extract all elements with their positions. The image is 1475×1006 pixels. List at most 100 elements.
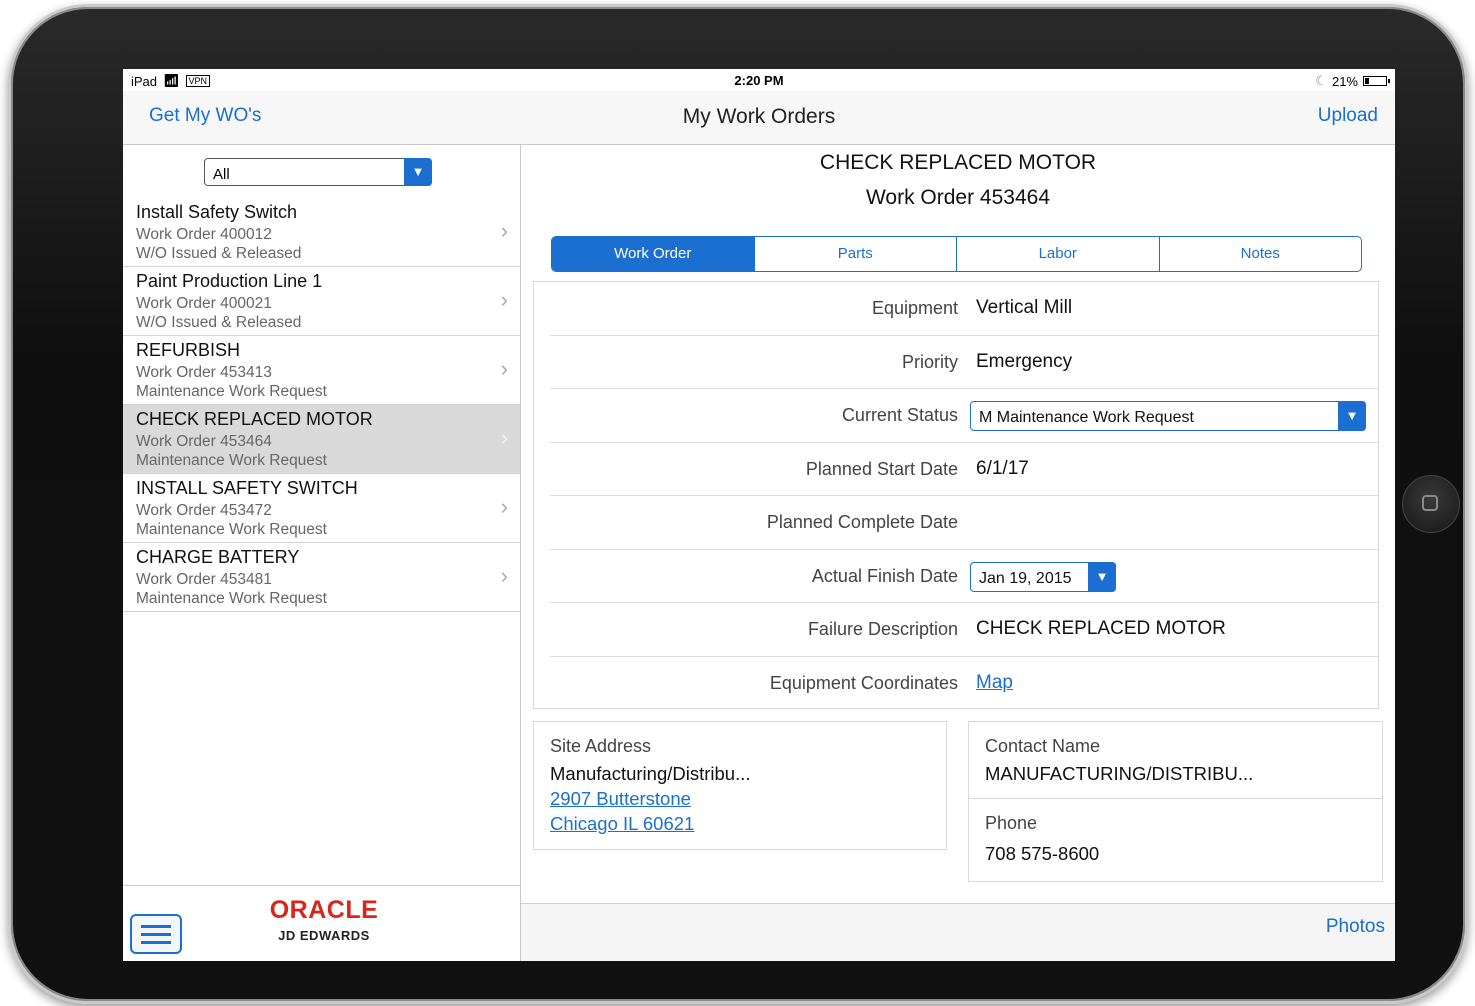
jd-edwards-wordmark: JD EDWARDS: [278, 928, 370, 943]
tab-work-order[interactable]: Work Order: [552, 237, 755, 271]
item-status: W/O Issued & Released: [136, 314, 302, 331]
item-title: Install Safety Switch: [136, 202, 298, 222]
field-label: Planned Start Date: [805, 458, 958, 479]
tab-labor[interactable]: Labor: [957, 237, 1160, 271]
item-work-order: Work Order 453413: [136, 364, 272, 381]
planned-start-value: 6/1/17: [976, 457, 1029, 479]
work-order-detail: CHECK REPLACED MOTOR Work Order 453464 W…: [521, 145, 1395, 961]
field-label: Equipment Coordinates: [769, 672, 958, 693]
item-title: REFURBISH: [136, 340, 241, 360]
contact-card: Contact Name MANUFACTURING/DISTRIBU... P…: [968, 721, 1383, 882]
item-status: Maintenance Work Request: [136, 383, 327, 400]
item-status: Maintenance Work Request: [136, 521, 327, 538]
field-label: Failure Description: [807, 619, 958, 639]
left-footer: ORACLE JD EDWARDS: [123, 885, 520, 961]
hamburger-line: [141, 925, 171, 928]
upload-button[interactable]: Upload: [1318, 105, 1378, 127]
nav-bar: Get My WO's My Work Orders Upload: [123, 91, 1395, 145]
home-square-icon: [1422, 495, 1438, 511]
field-label: Equipment: [871, 298, 958, 318]
item-title: Paint Production Line 1: [136, 271, 323, 291]
moon-icon: ☾: [1315, 73, 1327, 88]
battery-icon: [1363, 76, 1390, 86]
field-row-planned-complete: Planned Complete Date: [550, 496, 1378, 550]
work-order-list-item[interactable]: REFURBISH Work Order 453413 Maintenance Wo…: [123, 336, 520, 405]
detail-subtitle: Work Order 453464: [865, 186, 1051, 209]
filter-value: All: [213, 166, 230, 183]
map-link[interactable]: Map: [976, 672, 1013, 694]
work-order-list-item[interactable]: Paint Production Line 1 Work Order 400021…: [123, 267, 520, 336]
work-order-list-item[interactable]: Install Safety Switch Work Order 400012 W/…: [123, 198, 520, 267]
item-work-order: Work Order 453472: [136, 502, 272, 519]
divider: [969, 798, 1382, 799]
chevron-down-icon: ▼: [404, 158, 432, 186]
item-work-order: Work Order 453481: [136, 571, 272, 588]
field-label: Actual Finish Date: [811, 565, 958, 586]
phone-label: Phone: [985, 813, 1038, 833]
chevron-down-icon: ▼: [1088, 561, 1116, 592]
screen: iPad 📶︎ VPN 2:20 PM ☾ 21% Get My WO's My…: [123, 69, 1395, 961]
chevron-right-icon: ›: [500, 356, 508, 381]
oracle-logo: ORACLE JD EDWARDS: [259, 896, 389, 943]
equipment-value: Vertical Mill: [976, 297, 1073, 318]
tab-parts[interactable]: Parts: [755, 237, 957, 271]
photos-button[interactable]: Photos: [1326, 916, 1385, 938]
work-order-list: Install Safety Switch Work Order 400012 W/…: [123, 198, 520, 612]
failure-value: CHECK REPLACED MOTOR: [976, 618, 1226, 639]
item-status: Maintenance Work Request: [136, 590, 327, 607]
chevron-right-icon: ›: [500, 563, 508, 588]
work-order-list-item[interactable]: CHECK REPLACED MOTOR Work Order 453464 Mai…: [123, 405, 520, 474]
site-name: Manufacturing/Distribu...: [550, 763, 751, 784]
contact-name: MANUFACTURING/DISTRIBU...: [985, 763, 1254, 784]
item-status: Maintenance Work Request: [136, 452, 327, 469]
filter-select[interactable]: All ▼: [204, 158, 432, 186]
item-work-order: Work Order 400012: [136, 226, 272, 243]
site-city-link[interactable]: Chicago IL 60621: [550, 813, 694, 835]
chevron-right-icon: ›: [500, 425, 508, 450]
page-title: My Work Orders: [682, 105, 836, 128]
chevron-right-icon: ›: [500, 287, 508, 312]
chevron-right-icon: ›: [500, 218, 508, 243]
actual-finish-value: Jan 19, 2015: [979, 569, 1072, 587]
status-select[interactable]: M Maintenance Work Request ▼: [970, 401, 1366, 431]
priority-value: Emergency: [976, 350, 1073, 372]
fields-table: Equipment Vertical Mill Priority Emergen…: [533, 281, 1379, 709]
menu-button[interactable]: [130, 914, 182, 954]
tab-notes[interactable]: Notes: [1160, 237, 1362, 271]
item-title: INSTALL SAFETY SWITCH: [136, 478, 358, 498]
field-row-coordinates: Equipment Coordinates Map: [550, 657, 1378, 711]
battery-fill: [1365, 78, 1369, 84]
detail-tabs: Work Order Parts Labor Notes: [551, 236, 1362, 272]
field-row-priority: Priority Emergency: [550, 336, 1378, 389]
work-order-list-item[interactable]: INSTALL SAFETY SWITCH Work Order 453472 Ma…: [123, 474, 520, 543]
detail-footer: Photos: [521, 903, 1395, 961]
field-row-planned-start: Planned Start Date 6/1/17: [550, 443, 1378, 496]
item-title: CHECK REPLACED MOTOR: [136, 409, 373, 429]
chevron-down-icon: ▼: [1338, 401, 1366, 431]
work-order-list-panel: All ▼ Install Safety Switch Work Order 40…: [123, 145, 521, 961]
hamburger-line: [141, 941, 171, 944]
clock: 2:20 PM: [734, 73, 784, 88]
detail-title: CHECK REPLACED MOTOR: [819, 151, 1097, 174]
chevron-right-icon: ›: [500, 494, 508, 519]
field-row-equipment: Equipment Vertical Mill: [550, 282, 1378, 336]
hamburger-line: [141, 933, 171, 936]
work-order-list-item[interactable]: CHARGE BATTERY Work Order 453481 Maintenan…: [123, 543, 520, 612]
contact-name-label: Contact Name: [985, 736, 1101, 756]
site-address-label: Site Address: [550, 736, 652, 756]
item-title: CHARGE BATTERY: [136, 547, 300, 567]
status-bar: iPad 📶︎ VPN 2:20 PM ☾ 21%: [123, 69, 1395, 91]
field-label: Planned Complete Date: [766, 512, 958, 532]
actual-finish-date-picker[interactable]: Jan 19, 2015 ▼: [970, 561, 1116, 592]
item-work-order: Work Order 453464: [136, 433, 272, 450]
site-street-link[interactable]: 2907 Butterstone: [550, 788, 691, 810]
field-label: Priority: [901, 351, 958, 372]
phone-value[interactable]: 708 575-8600: [985, 843, 1099, 865]
battery-percent: 21%: [1331, 73, 1358, 89]
field-label: Current Status: [841, 405, 958, 425]
field-row-status: Current Status M Maintenance Work Reques…: [550, 389, 1378, 443]
status-value: M Maintenance Work Request: [979, 409, 1194, 426]
item-status: W/O Issued & Released: [136, 245, 302, 262]
home-button[interactable]: [1402, 475, 1460, 533]
field-row-failure: Failure Description CHECK REPLACED MOTOR: [550, 603, 1378, 657]
